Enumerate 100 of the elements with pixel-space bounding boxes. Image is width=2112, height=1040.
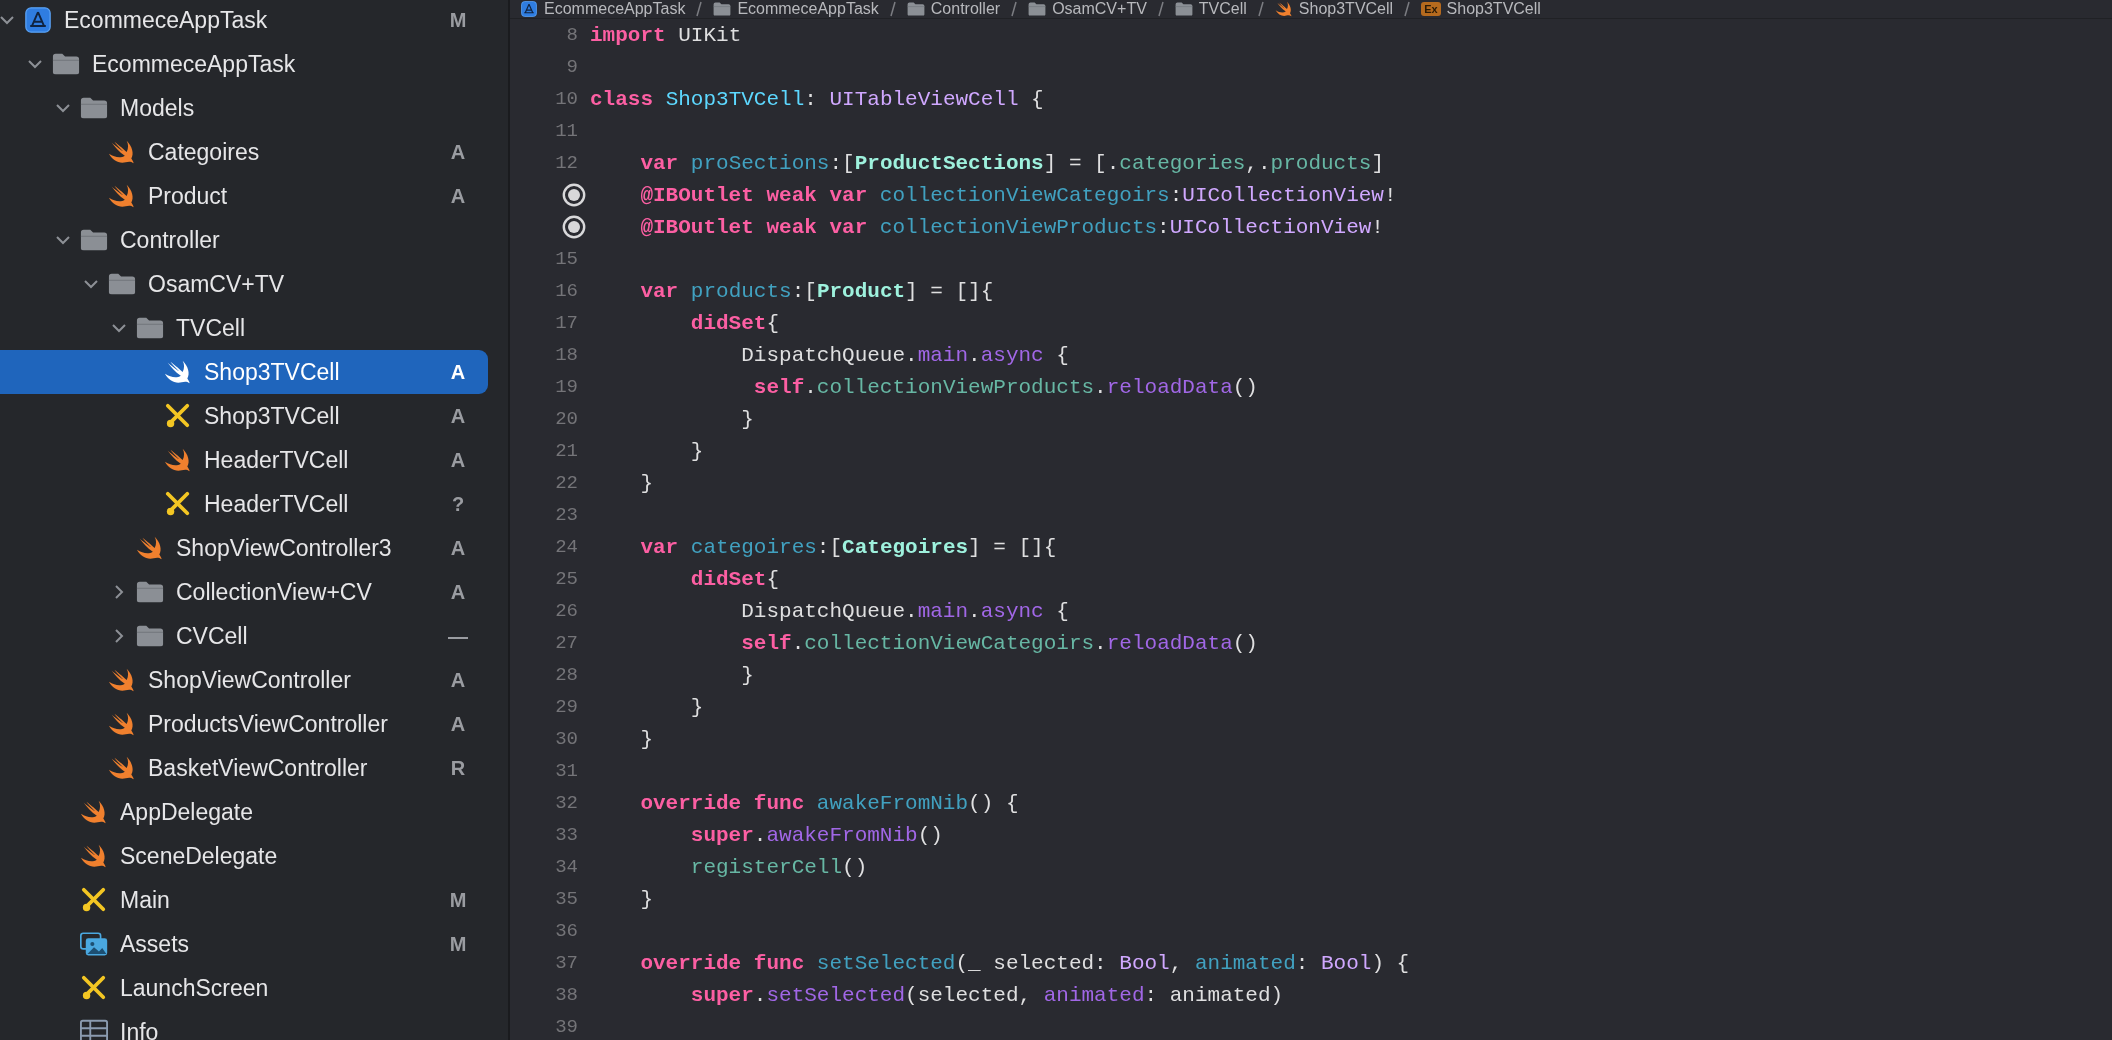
code-line: DispatchQueue.main.async { bbox=[740, 343, 1069, 367]
separator-icon bbox=[1256, 1, 1265, 17]
navigator-item[interactable]: CollectionView+CV A bbox=[0, 570, 488, 614]
code-line: self.collectionViewCategoirs.reloadData() bbox=[740, 631, 1258, 655]
line-number: 11 bbox=[555, 120, 578, 142]
folder-icon bbox=[713, 1, 732, 17]
line-number: 9 bbox=[566, 56, 578, 78]
code-line: } bbox=[689, 695, 704, 719]
brush-pencil-icon bbox=[164, 491, 192, 517]
project-icon bbox=[520, 1, 538, 17]
chevron-down-icon[interactable] bbox=[84, 277, 98, 291]
navigator-item[interactable]: OsamCV+TV bbox=[0, 262, 488, 306]
chevron-down-icon[interactable] bbox=[56, 101, 70, 115]
navigator-item[interactable]: LaunchScreen bbox=[0, 966, 488, 1010]
breadcrumb-item[interactable]: Ex Shop3TVCell bbox=[1421, 0, 1541, 18]
line-number: 27 bbox=[555, 632, 578, 654]
line-number: 39 bbox=[555, 1016, 578, 1038]
navigator-item[interactable]: Models bbox=[0, 86, 488, 130]
code-line: } bbox=[740, 407, 754, 431]
line-number: 30 bbox=[555, 728, 578, 750]
source-control-status: A bbox=[449, 360, 467, 384]
navigator-item[interactable]: Main M bbox=[0, 878, 488, 922]
breadcrumb-item[interactable]: EcommeceAppTask bbox=[520, 0, 686, 18]
navigator-item[interactable]: HeaderTVCell ? bbox=[0, 482, 488, 526]
breadcrumb-item[interactable]: TVCell bbox=[1174, 0, 1247, 18]
source-control-status: ? bbox=[450, 492, 466, 516]
chevron-right-icon[interactable] bbox=[112, 585, 126, 599]
swift-icon bbox=[164, 447, 192, 473]
navigator-item[interactable]: BasketViewController R bbox=[0, 746, 488, 790]
navigator-item[interactable]: EcommeceAppTask bbox=[0, 42, 488, 86]
line-number: 38 bbox=[555, 984, 578, 1006]
navigator-item[interactable]: EcommeceAppTask M bbox=[0, 0, 488, 42]
breadcrumb-item[interactable]: OsamCV+TV bbox=[1028, 0, 1147, 18]
outlet-connection-icon[interactable] bbox=[562, 183, 586, 207]
code-line: override func awakeFromNib() { bbox=[639, 791, 1019, 815]
image-stack-icon bbox=[80, 931, 108, 957]
source-control-status: A bbox=[449, 184, 467, 208]
folder-icon bbox=[108, 271, 136, 297]
navigator-item[interactable]: AppDelegate bbox=[0, 790, 488, 834]
folder-icon bbox=[1028, 1, 1047, 17]
line-number: 37 bbox=[555, 952, 578, 974]
source-control-status: A bbox=[449, 448, 467, 472]
code-line: } bbox=[639, 471, 653, 495]
code-line: import UIKit bbox=[590, 23, 742, 47]
navigator-item[interactable]: Info bbox=[0, 1010, 488, 1040]
code-line: didSet{ bbox=[689, 567, 780, 591]
swift-icon bbox=[108, 183, 136, 209]
line-number: 18 bbox=[555, 344, 578, 366]
brush-pencil-icon bbox=[80, 887, 108, 913]
breadcrumb-item[interactable]: Controller bbox=[906, 0, 1001, 18]
code-line: DispatchQueue.main.async { bbox=[740, 599, 1069, 623]
swift-icon bbox=[108, 139, 136, 165]
code-line: @IBOutlet weak var collectionViewProducts:UICollectionView! bbox=[639, 215, 1384, 239]
line-number: 10 bbox=[555, 88, 578, 110]
navigator-item[interactable]: Product A bbox=[0, 174, 488, 218]
swift-icon bbox=[108, 711, 136, 737]
line-number: 21 bbox=[555, 440, 578, 462]
chevron-down-icon[interactable] bbox=[112, 321, 126, 335]
line-number: 26 bbox=[555, 600, 578, 622]
table-icon bbox=[80, 1019, 108, 1040]
navigator-item[interactable]: TVCell bbox=[0, 306, 488, 350]
source-control-status: A bbox=[449, 668, 467, 692]
navigator-item[interactable]: Assets M bbox=[0, 922, 488, 966]
navigator-item[interactable]: CVCell — bbox=[0, 614, 488, 658]
breadcrumb-item[interactable]: Shop3TVCell bbox=[1274, 0, 1394, 18]
code-line: var products:[Product] = []{ bbox=[639, 279, 994, 303]
navigator-item[interactable]: Shop3TVCell A bbox=[0, 350, 488, 394]
navigator-item[interactable]: Categoires A bbox=[0, 130, 488, 174]
source-control-status: M bbox=[448, 932, 468, 956]
navigator-item[interactable]: SceneDelegate bbox=[0, 834, 488, 878]
navigator-item[interactable]: ShopViewController A bbox=[0, 658, 488, 702]
code-line: var categoires:[Categoires] = []{ bbox=[639, 535, 1057, 559]
folder-icon bbox=[80, 227, 108, 253]
line-number: 24 bbox=[555, 536, 578, 558]
chevron-right-icon[interactable] bbox=[112, 629, 126, 643]
separator-icon bbox=[1403, 1, 1412, 17]
project-icon bbox=[24, 7, 52, 33]
navigator-item[interactable]: Shop3TVCell A bbox=[0, 394, 488, 438]
line-number: 32 bbox=[555, 792, 578, 814]
separator-icon bbox=[888, 1, 897, 17]
navigator-item[interactable]: ProductsViewController A bbox=[0, 702, 488, 746]
brush-pencil-icon bbox=[164, 403, 192, 429]
separator-icon bbox=[1156, 1, 1165, 17]
navigator-item[interactable]: HeaderTVCell A bbox=[0, 438, 488, 482]
navigator-item[interactable]: Controller bbox=[0, 218, 488, 262]
code-line: didSet{ bbox=[689, 311, 780, 335]
source-control-status: R bbox=[449, 756, 467, 780]
folder-icon bbox=[136, 579, 164, 605]
chevron-down-icon[interactable] bbox=[28, 57, 42, 71]
outlet-connection-icon[interactable] bbox=[562, 215, 586, 239]
chevron-down-icon[interactable] bbox=[56, 233, 70, 247]
folder-icon bbox=[906, 1, 925, 17]
swift-icon bbox=[1274, 1, 1293, 17]
breadcrumb-item[interactable]: EcommeceAppTask bbox=[713, 0, 879, 18]
line-number: 35 bbox=[555, 888, 578, 910]
line-number: 25 bbox=[555, 568, 578, 590]
line-number: 31 bbox=[555, 760, 578, 782]
source-control-status: A bbox=[449, 712, 467, 736]
chevron-down-icon[interactable] bbox=[0, 13, 14, 27]
navigator-item[interactable]: ShopViewController3 A bbox=[0, 526, 488, 570]
